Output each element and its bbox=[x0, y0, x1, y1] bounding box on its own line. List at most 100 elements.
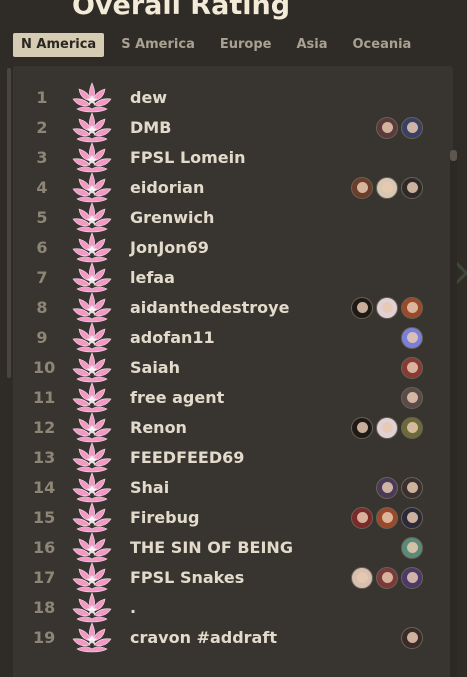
player-name[interactable]: FPSL Snakes bbox=[130, 563, 244, 593]
rank-number: 10 bbox=[33, 358, 56, 377]
lotus-rank-icon bbox=[71, 141, 113, 175]
rank-number: 11 bbox=[33, 388, 56, 407]
leaderboard-row[interactable]: 18 . bbox=[13, 591, 453, 625]
lotus-rank-icon bbox=[71, 111, 113, 145]
hero-avatar-icon bbox=[401, 417, 423, 439]
hero-avatar-icon bbox=[401, 537, 423, 559]
hero-avatar-icon bbox=[376, 297, 398, 319]
hero-avatars bbox=[348, 417, 423, 439]
lotus-rank-icon bbox=[71, 531, 113, 565]
hero-avatars bbox=[348, 297, 423, 319]
lotus-rank-icon bbox=[71, 501, 113, 535]
player-name[interactable]: JonJon69 bbox=[130, 233, 209, 263]
lotus-rank-icon bbox=[71, 81, 113, 115]
hero-avatars bbox=[348, 177, 423, 199]
player-name[interactable]: lefaa bbox=[130, 263, 175, 293]
leaderboard-row[interactable]: 1 dew bbox=[13, 81, 453, 115]
hero-avatar-icon bbox=[401, 477, 423, 499]
lotus-rank-icon bbox=[71, 381, 113, 415]
rank-number: 15 bbox=[33, 508, 56, 527]
hero-avatars bbox=[373, 117, 423, 139]
rank-number: 19 bbox=[33, 628, 56, 647]
player-name[interactable]: eidorian bbox=[130, 173, 204, 203]
hero-avatars bbox=[373, 477, 423, 499]
tab-s-america[interactable]: S America bbox=[113, 33, 203, 57]
rank-number: 12 bbox=[33, 418, 56, 437]
lotus-rank-icon bbox=[71, 441, 113, 475]
hero-avatar-icon bbox=[351, 567, 373, 589]
hero-avatar-icon bbox=[401, 567, 423, 589]
page-scrollbar[interactable] bbox=[7, 68, 11, 378]
player-name[interactable]: THE SIN OF BEING bbox=[130, 533, 293, 563]
player-name[interactable]: free agent bbox=[130, 383, 224, 413]
hero-avatar-icon bbox=[401, 507, 423, 529]
page-title: Overall Rating bbox=[72, 0, 291, 21]
player-name[interactable]: FPSL Lomein bbox=[130, 143, 246, 173]
region-tabs: N America S America Europe Asia Oceania bbox=[13, 33, 428, 57]
lotus-rank-icon bbox=[71, 591, 113, 625]
leaderboard-row[interactable]: 11 free agent bbox=[13, 381, 453, 415]
leaderboard-row[interactable]: 2 DMB bbox=[13, 111, 453, 145]
leaderboard-row[interactable]: 12 Renon bbox=[13, 412, 453, 443]
player-name[interactable]: Renon bbox=[130, 413, 187, 443]
player-name[interactable]: DMB bbox=[130, 113, 171, 143]
lotus-rank-icon bbox=[71, 231, 113, 265]
player-name[interactable]: Grenwich bbox=[130, 203, 214, 233]
rank-number: 6 bbox=[36, 238, 48, 257]
leaderboard-row[interactable]: 8 aidanthedestroye bbox=[13, 292, 453, 323]
rank-number: 7 bbox=[36, 268, 48, 287]
leaderboard-row[interactable]: 6 JonJon69 bbox=[13, 231, 453, 265]
player-name[interactable]: Saiah bbox=[130, 353, 180, 383]
lotus-rank-icon bbox=[71, 471, 113, 505]
tab-oceania[interactable]: Oceania bbox=[345, 33, 420, 57]
hero-avatars bbox=[348, 507, 423, 529]
hero-avatar-icon bbox=[401, 387, 423, 409]
hero-avatars bbox=[398, 537, 423, 559]
hero-avatar-icon bbox=[351, 297, 373, 319]
player-name[interactable]: dew bbox=[130, 83, 167, 113]
leaderboard-row[interactable]: 19 cravon #addraft bbox=[13, 622, 453, 653]
rank-number: 1 bbox=[36, 88, 48, 107]
player-name[interactable]: FEEDFEED69 bbox=[130, 443, 244, 473]
hero-avatar-icon bbox=[401, 297, 423, 319]
hero-avatars bbox=[398, 327, 423, 349]
player-name[interactable]: cravon #addraft bbox=[130, 623, 277, 653]
rank-number: 14 bbox=[33, 478, 56, 497]
leaderboard-row[interactable]: 17 FPSL Snakes bbox=[13, 561, 453, 595]
tab-asia[interactable]: Asia bbox=[288, 33, 335, 57]
leaderboard-row[interactable]: 10 Saiah bbox=[13, 352, 453, 383]
player-name[interactable]: Shai bbox=[130, 473, 169, 503]
leaderboard-row[interactable]: 3 FPSL Lomein bbox=[13, 141, 453, 175]
scrollbar-thumb[interactable] bbox=[450, 150, 457, 161]
tab-europe[interactable]: Europe bbox=[212, 33, 280, 57]
rank-number: 3 bbox=[36, 148, 48, 167]
player-name[interactable]: Firebug bbox=[130, 503, 199, 533]
hero-avatar-icon bbox=[401, 357, 423, 379]
player-name[interactable]: . bbox=[130, 593, 136, 623]
tab-n-america[interactable]: N America bbox=[13, 33, 105, 57]
leaderboard-row[interactable]: 15 Firebug bbox=[13, 501, 453, 535]
leaderboard-row[interactable]: 9 adofan11 bbox=[13, 322, 453, 353]
hero-avatar-icon bbox=[351, 507, 373, 529]
lotus-rank-icon bbox=[71, 561, 113, 595]
rank-number: 13 bbox=[33, 448, 56, 467]
leaderboard-row[interactable]: 5 Grenwich bbox=[13, 202, 453, 233]
leaderboard-row[interactable]: 14 Shai bbox=[13, 471, 453, 505]
leaderboard-scrollbar[interactable] bbox=[450, 150, 457, 677]
hero-avatar-icon bbox=[401, 177, 423, 199]
hero-avatar-icon bbox=[351, 177, 373, 199]
leaderboard-row[interactable]: 13 FEEDFEED69 bbox=[13, 441, 453, 475]
rank-number: 8 bbox=[36, 298, 48, 317]
leaderboard-panel: 1 dew 2 DMB 3 FPSL Lomein 4 eidorian 5 G… bbox=[13, 66, 457, 677]
player-name[interactable]: adofan11 bbox=[130, 323, 215, 353]
hero-avatar-icon bbox=[376, 117, 398, 139]
leaderboard-row[interactable]: 4 eidorian bbox=[13, 172, 453, 203]
hero-avatar-icon bbox=[351, 417, 373, 439]
rank-number: 5 bbox=[36, 208, 48, 227]
leaderboard-row[interactable]: 7 lefaa bbox=[13, 261, 453, 295]
leaderboard-row[interactable]: 16 THE SIN OF BEING bbox=[13, 531, 453, 565]
player-name[interactable]: aidanthedestroye bbox=[130, 293, 289, 323]
hero-avatar-icon bbox=[401, 117, 423, 139]
hero-avatar-icon bbox=[376, 507, 398, 529]
lotus-rank-icon bbox=[71, 261, 113, 295]
